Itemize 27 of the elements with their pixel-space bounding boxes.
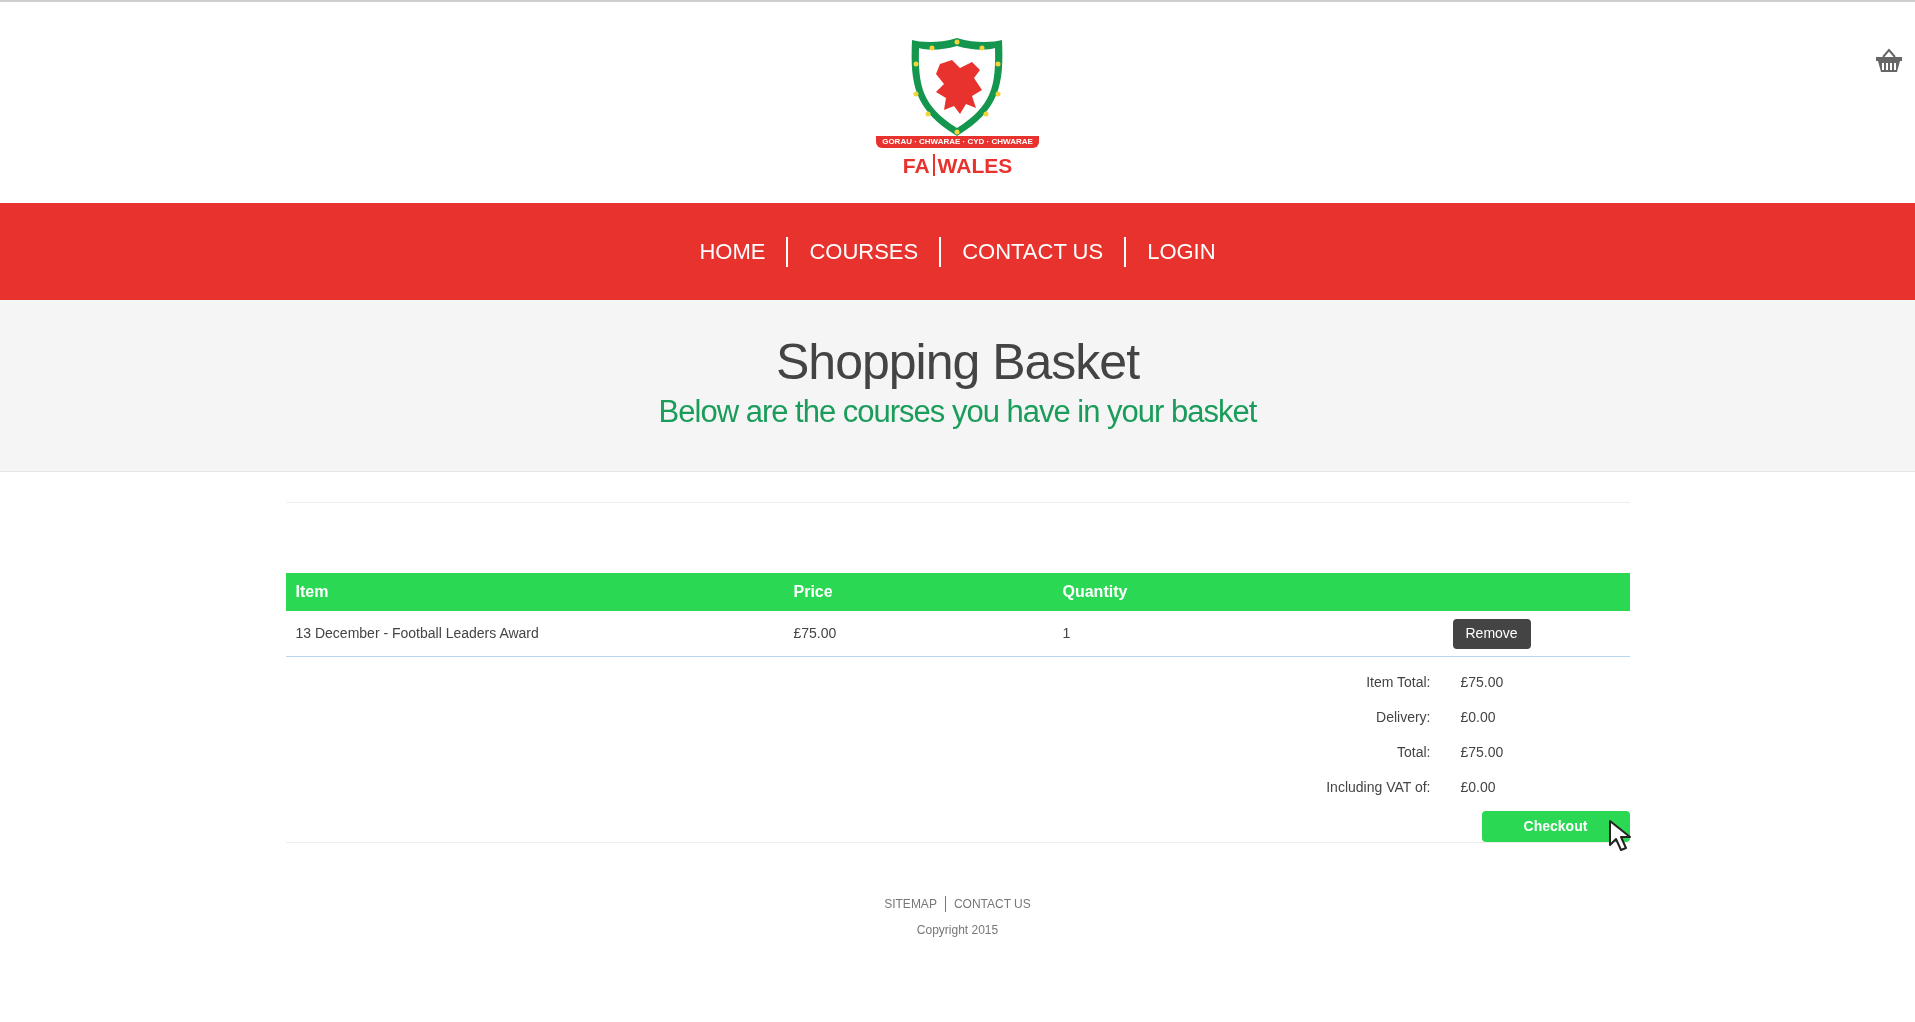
nav-link[interactable]: HOME bbox=[678, 235, 787, 268]
column-header: Item bbox=[294, 582, 330, 602]
nav-link[interactable]: LOGIN bbox=[1126, 235, 1237, 268]
copyright-text: Copyright 2015 bbox=[916, 922, 999, 939]
total-label: Including VAT of: bbox=[1325, 778, 1431, 797]
motto-ribbon: GORAU · CHWARAE · CYD · CHWARAE bbox=[876, 136, 1039, 148]
basket-icon[interactable] bbox=[1875, 47, 1903, 73]
logo-wordmark: FA WALES bbox=[902, 154, 1013, 176]
footer-link[interactable]: CONTACT US bbox=[953, 895, 1031, 913]
total-value: £0.00 bbox=[1459, 708, 1496, 727]
column-header: Quantity bbox=[1061, 582, 1129, 602]
total-label: Item Total: bbox=[1365, 673, 1431, 692]
table-cell-text: £75.00 bbox=[792, 624, 838, 643]
footer-link[interactable]: SITEMAP bbox=[884, 895, 937, 913]
total-label: Delivery: bbox=[1375, 708, 1431, 727]
nav-link[interactable]: CONTACT US bbox=[941, 235, 1125, 268]
table-cell-text: 13 December - Football Leaders Award bbox=[294, 624, 540, 643]
total-value: £75.00 bbox=[1459, 673, 1504, 692]
total-value: £75.00 bbox=[1459, 743, 1504, 762]
page-title: Shopping Basket bbox=[775, 333, 1140, 392]
column-header: Price bbox=[792, 582, 834, 602]
table-cell-text: 1 bbox=[1061, 624, 1072, 643]
page-subtitle: Below are the courses you have in your basket bbox=[658, 393, 1257, 431]
nav-link[interactable]: COURSES bbox=[788, 235, 940, 268]
remove-button[interactable]: Remove bbox=[1452, 618, 1531, 649]
total-value: £0.00 bbox=[1459, 778, 1496, 797]
total-label: Total: bbox=[1396, 743, 1431, 762]
